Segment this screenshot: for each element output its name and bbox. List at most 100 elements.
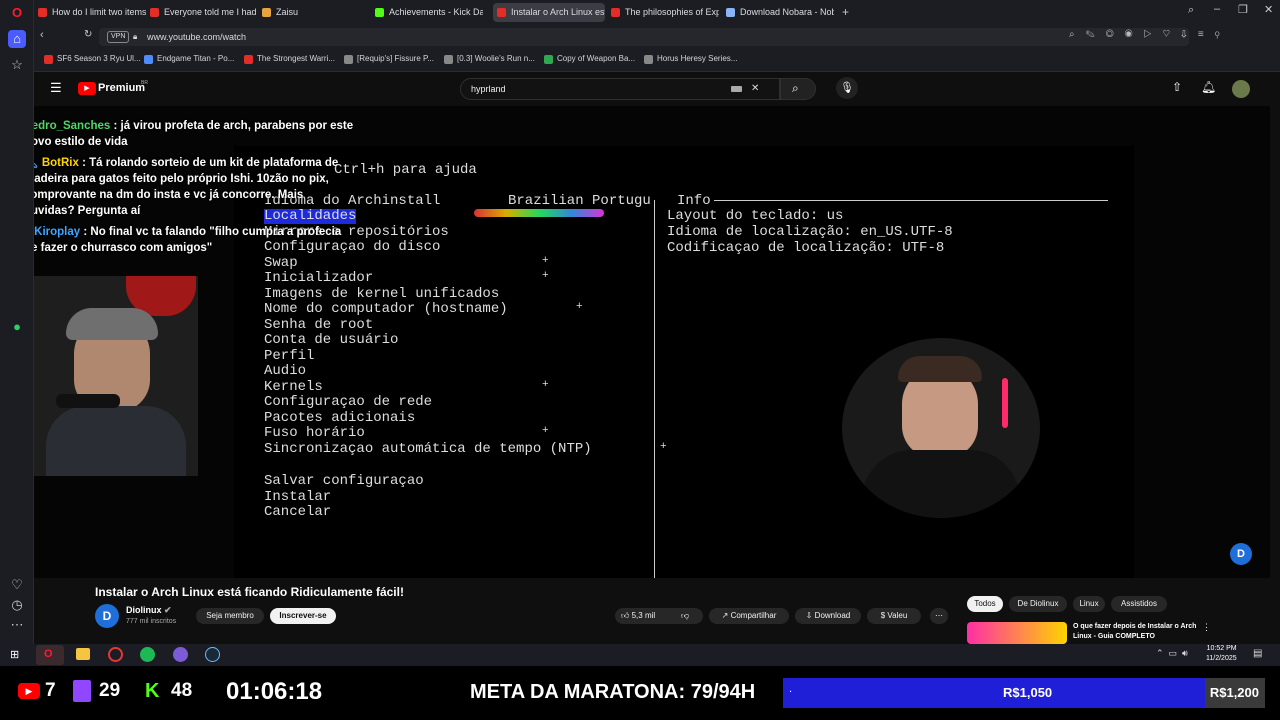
bookmark[interactable]: Endgame Titan - Po... (144, 54, 234, 64)
chip-channel[interactable]: De Diolinux (1009, 596, 1067, 612)
next-video-title[interactable]: O que fazer depois de Instalar o Arch Li… (1073, 622, 1209, 644)
star-icon[interactable]: ☆ (8, 56, 26, 74)
search-tabs-icon[interactable]: ⌕ (1188, 4, 1194, 17)
subscribe-button[interactable]: Inscrever-se (270, 608, 336, 624)
bookmark[interactable]: [0.3] Woolie's Run n... (444, 54, 535, 64)
bookmark[interactable]: [Requip's] Fissure P... (344, 54, 434, 64)
microphone-icon[interactable]: 🎙︎ (836, 77, 858, 99)
menu-action[interactable]: Cancelar (264, 504, 331, 520)
bookmark-label: [Requip's] Fissure P... (357, 54, 434, 63)
menu-item[interactable]: Fuso horário (264, 425, 365, 441)
upload-icon[interactable]: ⇧ (1172, 80, 1182, 94)
clear-search-icon[interactable]: ✕ (751, 79, 759, 99)
address-bar: ‹ ↻ VPN 🔒︎ www.youtube.com/watch ⌕✎◎◉▷♡⇩… (34, 25, 1280, 49)
menu-item[interactable]: Conta de usuário (264, 332, 398, 348)
bookmark[interactable]: Copy of Weapon Ba... (544, 54, 635, 64)
tab[interactable]: Achievements - Kick Dash (371, 3, 483, 22)
download-button[interactable]: ⇩ Download (795, 608, 861, 624)
maximize-icon[interactable]: ❐ (1238, 3, 1248, 16)
search-button[interactable]: ⌕ (780, 78, 816, 100)
more-actions-icon[interactable]: ⋯ (930, 608, 948, 624)
like-button[interactable]: 👍︎ 5,3 mil (621, 608, 655, 624)
vpn-badge[interactable]: VPN (107, 31, 130, 43)
new-tab-icon[interactable]: + (842, 5, 849, 19)
keyboard-icon[interactable] (731, 86, 742, 92)
menu-item[interactable]: Kernels (264, 379, 323, 395)
tab[interactable]: Zaisu (258, 3, 370, 22)
bookmark-favicon-icon (244, 55, 253, 64)
reload-icon[interactable]: ↻ (84, 29, 92, 40)
tab[interactable]: The philosophies of Expe (607, 3, 719, 22)
video-player[interactable]: Ctrl+h para ajuda Idioma do Archinstall … (34, 106, 1270, 578)
menu-item[interactable]: Pacotes adicionais (264, 410, 415, 426)
bot-icon: 🔧︎ (34, 157, 39, 169)
heart-icon[interactable]: ♡ (8, 576, 26, 594)
file-explorer-icon[interactable] (76, 648, 90, 660)
search-input[interactable]: hyprland ✕ (460, 78, 780, 100)
more-icon[interactable]: ⋯ (8, 616, 26, 634)
spotify-icon[interactable] (140, 647, 155, 662)
tab-title: Download Nobara - Noba (740, 7, 834, 17)
menu-item[interactable]: Imagens de kernel unificados (264, 286, 499, 302)
video-title: Instalar o Arch Linux está ficando Ridic… (95, 585, 404, 599)
share-label: Compartilhar (730, 611, 777, 620)
tab[interactable]: Everyone told me I had to (146, 3, 258, 22)
close-window-icon[interactable]: ✕ (1264, 3, 1273, 16)
menu-item[interactable]: Configuraçao de rede (264, 394, 432, 410)
history-icon[interactable]: ◷ (8, 596, 26, 614)
tab[interactable]: Download Nobara - Noba (722, 3, 834, 22)
menu-icon[interactable]: ☰ (50, 80, 62, 96)
chip-all[interactable]: Todos (967, 596, 1003, 612)
tray-icons[interactable]: ⌃▭🔊︎ (1156, 648, 1193, 659)
next-video-menu-icon[interactable]: ⋮ (1202, 622, 1211, 633)
notification-center-icon[interactable]: ▤ (1253, 648, 1262, 659)
configured-marker-icon: + (542, 270, 549, 282)
whatsapp-icon[interactable]: ● (8, 318, 26, 336)
bookmark[interactable]: SF6 Season 3 Ryu Ul... (44, 54, 141, 64)
obs-icon[interactable] (108, 647, 123, 662)
channel-name[interactable]: Diolinux ✔ (126, 605, 172, 616)
channel-avatar[interactable]: D (95, 604, 119, 628)
kick-favicon-icon (375, 8, 384, 17)
back-icon[interactable]: ‹ (40, 29, 44, 41)
avatar[interactable] (1232, 80, 1250, 98)
dislike-icon[interactable]: 👎︎ (681, 608, 689, 624)
menu-action[interactable]: Salvar configuraçao (264, 473, 424, 489)
clock[interactable]: 10:52 PM 11/2/2025 (1206, 644, 1237, 664)
address-tools-icon[interactable]: ⌕✎◎◉▷♡⇩≡⚲ (1069, 29, 1231, 40)
menu-item[interactable]: Senha de root (264, 317, 373, 333)
bookmark[interactable]: Horus Heresy Series... (644, 54, 737, 64)
bookmark-favicon-icon (444, 55, 453, 64)
discord-icon[interactable] (173, 647, 188, 662)
opera-taskbar-icon[interactable]: O (36, 645, 64, 665)
youtube-logo-icon[interactable]: ▶ (78, 82, 96, 95)
chip-linux[interactable]: Linux (1073, 596, 1105, 612)
menu-item[interactable]: Audio (264, 363, 306, 379)
tab[interactable]: How do I limit two items i (34, 3, 146, 22)
menu-item[interactable]: Sincronizaçao automática de tempo (NTP) (264, 441, 592, 457)
menu-item[interactable]: Perfil (264, 348, 314, 364)
configured-marker-icon: + (660, 441, 667, 453)
next-video-thumbnail[interactable] (967, 622, 1067, 644)
menu-action[interactable]: Instalar (264, 489, 331, 505)
menu-item[interactable]: Nome do computador (hostname) (264, 301, 508, 317)
thanks-button[interactable]: $ Valeu (867, 608, 921, 624)
menu-item[interactable]: Inicializador (264, 270, 373, 286)
steam-icon[interactable] (205, 647, 220, 662)
chip-watched[interactable]: Assistidos (1111, 596, 1167, 612)
channel-name-text: Diolinux (126, 605, 162, 615)
opera-logo-icon[interactable]: O (8, 4, 26, 22)
bookmark-label: [0.3] Woolie's Run n... (457, 54, 535, 63)
chat-user: Kiroplay (34, 226, 81, 238)
twitch-icon (73, 680, 91, 702)
tab-active[interactable]: Instalar o Arch Linux está (493, 3, 605, 22)
url-field[interactable]: VPN 🔒︎ www.youtube.com/watch (99, 28, 1189, 46)
share-button[interactable]: ↗ Compartilhar (709, 608, 789, 624)
home-icon[interactable]: ⌂ (8, 30, 26, 48)
join-button[interactable]: Seja membro (196, 608, 264, 624)
notifications-icon[interactable]: 🔔︎ (1201, 80, 1216, 94)
minimize-icon[interactable]: – (1214, 3, 1220, 15)
start-icon[interactable]: ⊞ (10, 648, 19, 661)
bookmark[interactable]: The Strongest Warri... (244, 54, 335, 64)
channel-watermark-icon[interactable]: D (1230, 543, 1252, 565)
